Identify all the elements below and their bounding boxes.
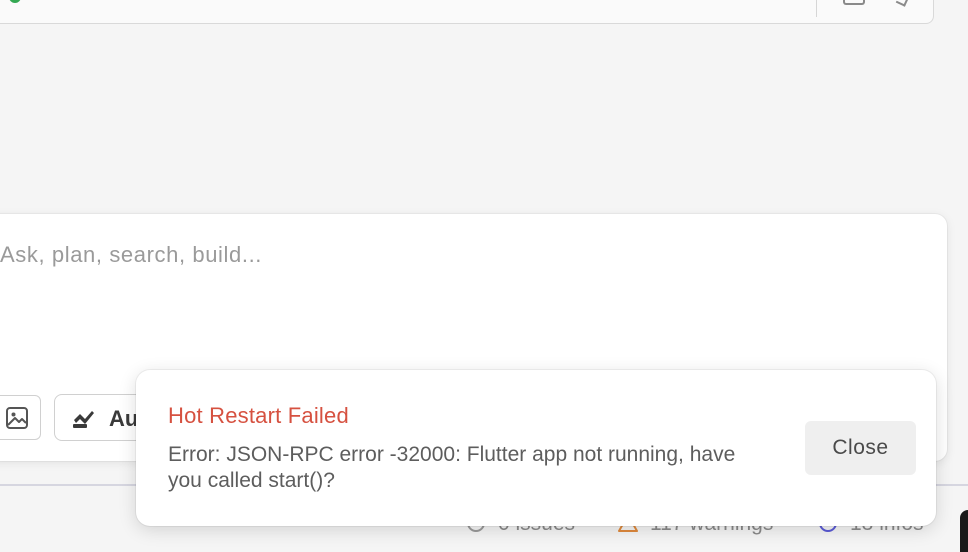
divider <box>816 0 817 17</box>
infinity-agent-icon <box>73 411 94 428</box>
close-button[interactable]: Close <box>805 421 916 475</box>
agent-mode-label: Au <box>109 406 139 431</box>
chevron-icon[interactable] <box>895 0 909 7</box>
window-corner <box>960 510 968 552</box>
toast-title: Hot Restart Failed <box>168 403 349 428</box>
status-dot-icon <box>9 0 21 3</box>
tray-icon[interactable] <box>843 0 865 5</box>
toast-message: Error: JSON-RPC error -32000: Flutter ap… <box>168 443 736 492</box>
chat-input-placeholder[interactable]: Ask, plan, search, build... <box>0 242 262 268</box>
ide-window: Ask, plan, search, build... Au 0 issues … <box>0 0 968 552</box>
error-toast: Hot Restart Failed Error: JSON-RPC error… <box>136 370 936 526</box>
attach-image-button[interactable] <box>0 395 41 440</box>
top-input-bar[interactable] <box>0 0 934 24</box>
image-icon <box>6 407 28 429</box>
